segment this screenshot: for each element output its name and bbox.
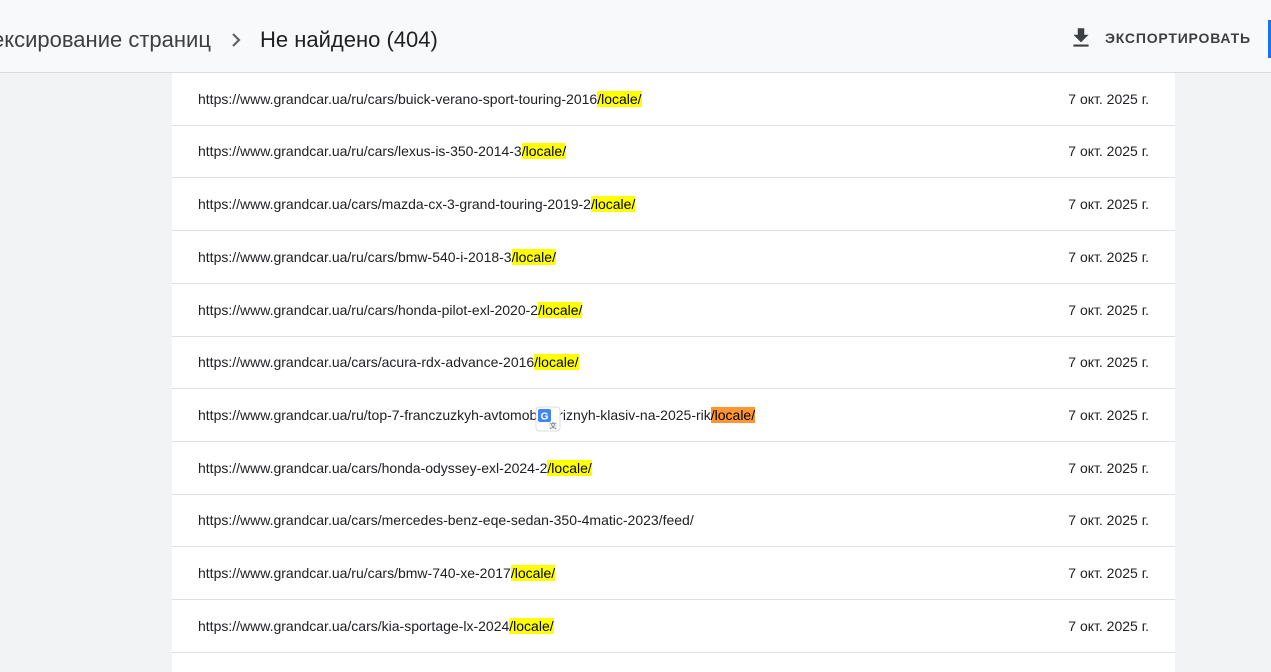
- row-url-text: https://www.grandcar.ua/ru/cars/honda-pi…: [198, 301, 539, 318]
- row-url[interactable]: https://www.grandcar.ua/ru/cars/honda-pi…: [198, 301, 583, 318]
- row-date: 7 окт. 2025 г.: [1068, 354, 1149, 371]
- chevron-right-icon: [232, 33, 241, 47]
- row-url-text: https://www.grandcar.ua/ru/top-7-franczu…: [198, 406, 711, 423]
- table-row[interactable]: https://www.grandcar.ua/ru/cars/bmw-740-…: [172, 548, 1175, 600]
- table-row[interactable]: https://www.grandcar.ua/cars/mazda-cx-3-…: [172, 179, 1175, 232]
- row-date: 7 окт. 2025 г.: [1068, 617, 1149, 634]
- row-url-text: https://www.grandcar.ua/ru/cars/lexus-is…: [198, 143, 522, 160]
- row-date: 7 окт. 2025 г.: [1068, 196, 1149, 213]
- row-url[interactable]: https://www.grandcar.ua/ru/cars/lexus-is…: [198, 143, 567, 160]
- page-title: Не найдено (404): [260, 27, 438, 52]
- row-url[interactable]: https://www.grandcar.ua/ru/top-7-franczu…: [198, 406, 756, 423]
- row-date: 7 окт. 2025 г.: [1068, 406, 1149, 423]
- row-url[interactable]: https://www.grandcar.ua/ru/cars/bmw-540-…: [198, 248, 556, 265]
- row-url[interactable]: https://www.grandcar.ua/cars/kia-sportag…: [198, 617, 554, 634]
- search-match: /locale/: [521, 143, 567, 160]
- table-row[interactable]: https://www.grandcar.ua/cars/kia-sportag…: [172, 601, 1175, 653]
- table-row[interactable]: https://www.grandcar.ua/ru/cars/buick-ve…: [172, 74, 1175, 126]
- search-match: /locale/: [511, 248, 556, 265]
- svg-text:文: 文: [550, 421, 557, 430]
- search-match: /locale/: [547, 459, 592, 476]
- download-icon: [1073, 28, 1089, 47]
- row-url-text: https://www.grandcar.ua/ru/cars/buick-ve…: [198, 90, 598, 107]
- row-date: 7 окт. 2025 г.: [1068, 301, 1149, 318]
- row-date: 7 окт. 2025 г.: [1068, 248, 1149, 265]
- row-date: 7 окт. 2025 г.: [1068, 90, 1149, 107]
- app-header: ексирование страниц Не найдено (404) ЭКС…: [0, 0, 1271, 73]
- row-url[interactable]: https://www.grandcar.ua/ru/cars/bmw-740-…: [198, 565, 556, 581]
- url-list: https://www.grandcar.ua/ru/cars/bmw-430i…: [172, 38, 1175, 672]
- row-url-text: https://www.grandcar.ua/cars/mazda-cx-3-…: [198, 196, 591, 213]
- row-date: 7 окт. 2025 г.: [1068, 459, 1149, 476]
- row-url-text: https://www.grandcar.ua/ru/cars/bmw-540-…: [198, 248, 512, 265]
- table-row[interactable]: https://www.grandcar.ua/cars/honda-odyss…: [172, 443, 1175, 495]
- row-url-text: https://www.grandcar.ua/cars/honda-odyss…: [198, 459, 548, 476]
- table-row[interactable]: https://www.grandcar.ua/ru/cars/bmw-540-…: [172, 232, 1175, 284]
- google-translate-icon[interactable]: G 文: [535, 406, 561, 432]
- svg-text:G: G: [541, 412, 549, 423]
- row-date: 7 окт. 2025 г.: [1068, 565, 1149, 581]
- export-button[interactable]: ЭКСПОРТИРОВАТЬ: [1068, 22, 1251, 54]
- table-row[interactable]: https://www.grandcar.ua/cars/acura-rdx-a…: [172, 337, 1175, 390]
- row-url[interactable]: https://www.grandcar.ua/cars/acura-rdx-a…: [198, 354, 579, 371]
- row-date: 7 окт. 2025 г.: [1068, 512, 1149, 529]
- search-match-current: /locale/: [710, 406, 756, 423]
- row-url-text: https://www.grandcar.ua/cars/kia-sportag…: [198, 617, 510, 634]
- search-match: /locale/: [509, 617, 554, 634]
- search-match: /locale/: [597, 90, 642, 107]
- row-date: 7 окт. 2025 г.: [1068, 143, 1149, 160]
- table-row[interactable]: https://www.grandcar.ua/ru/top-7-franczu…: [172, 390, 1175, 442]
- row-url-text: https://www.grandcar.ua/cars/mercedes-be…: [198, 512, 694, 529]
- search-match: /locale/: [538, 301, 583, 318]
- table-row[interactable]: https://www.grandcar.ua/ru/cars/honda-pi…: [172, 285, 1175, 337]
- table-row[interactable]: https://www.grandcar.ua/cars/mercedes-be…: [172, 495, 1175, 548]
- row-url[interactable]: https://www.grandcar.ua/cars/mazda-cx-3-…: [198, 196, 636, 213]
- row-url-text: https://www.grandcar.ua/cars/acura-rdx-a…: [198, 354, 535, 371]
- row-url[interactable]: https://www.grandcar.ua/ru/cars/buick-ve…: [198, 90, 642, 107]
- export-button-label: ЭКСПОРТИРОВАТЬ: [1105, 30, 1251, 46]
- search-match: /locale/: [534, 354, 579, 371]
- row-url-text: https://www.grandcar.ua/ru/cars/bmw-740-…: [198, 565, 511, 581]
- table-row[interactable]: https://www.grandcar.ua/ru/cars/lexus-is…: [172, 126, 1175, 179]
- search-match: /locale/: [590, 196, 636, 213]
- search-match: /locale/: [510, 565, 556, 581]
- breadcrumb-parent[interactable]: ексирование страниц: [0, 27, 211, 53]
- row-url[interactable]: https://www.grandcar.ua/cars/honda-odyss…: [198, 459, 592, 476]
- row-url[interactable]: https://www.grandcar.ua/cars/mercedes-be…: [198, 512, 694, 528]
